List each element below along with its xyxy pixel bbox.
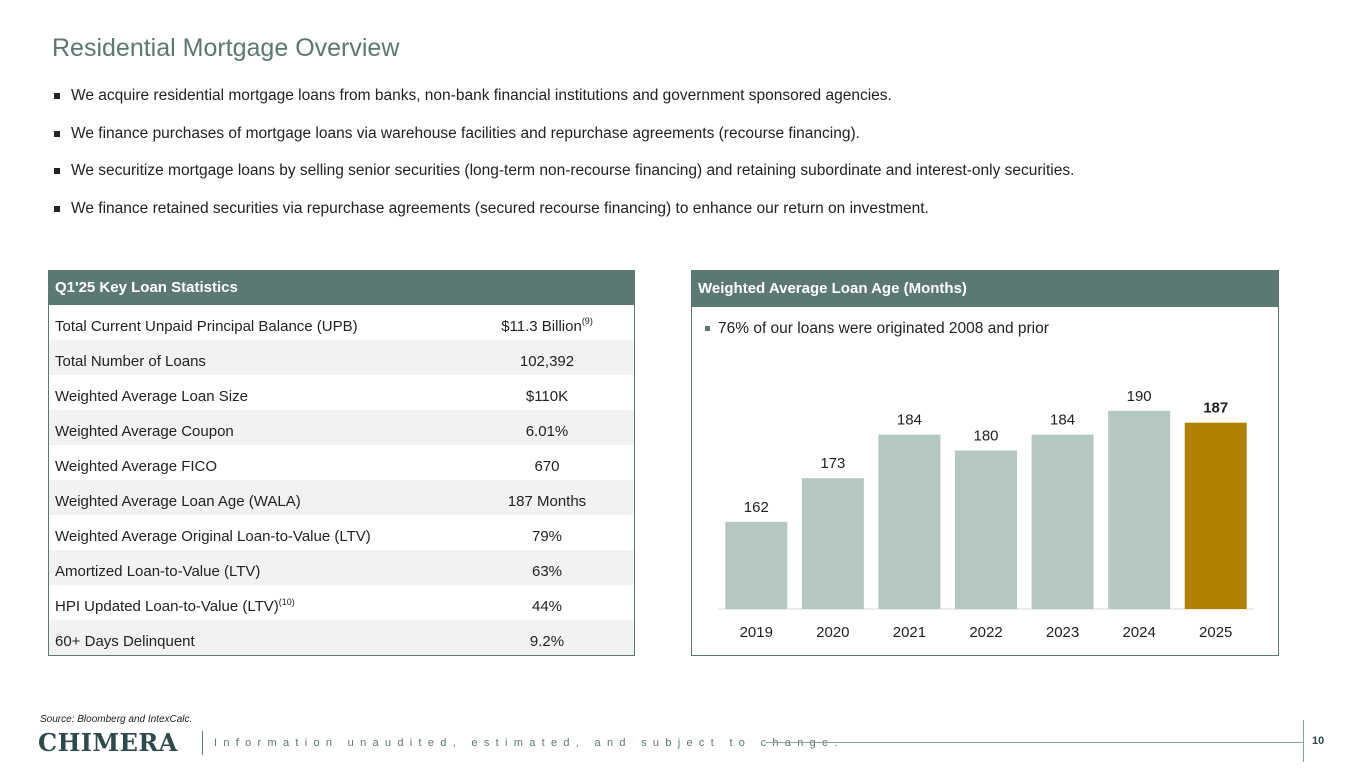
bullet-square-icon <box>54 205 60 212</box>
bar-2022 <box>955 450 1017 609</box>
stats-row-value-text: 79% <box>531 528 563 545</box>
stats-row-label-wrap: Weighted Average Coupon <box>55 410 234 449</box>
stats-row-label: Amortized Loan-to-Value (LTV) <box>55 563 261 580</box>
footer-rule <box>766 742 1303 743</box>
stats-row-label-wrap: Amortized Loan-to-Value (LTV) <box>55 550 260 589</box>
x-tick-label-2024: 2024 <box>1122 624 1155 641</box>
source-note: Source: Bloomberg and IntexCalc. <box>40 714 193 725</box>
page-number: 10 <box>1312 735 1325 747</box>
stats-row-label-footnote: (10) <box>278 597 295 607</box>
stats-row: Weighted Average Loan Age (WALA) 187 Mont… <box>49 480 634 515</box>
bar-2020 <box>801 478 864 609</box>
data-label-2025: 187 <box>1203 400 1228 417</box>
stats-row-value-text: 6.01% <box>525 423 569 440</box>
x-tick-label-2021: 2021 <box>893 624 926 641</box>
stats-rows: Total Current Unpaid Principal Balance (… <box>49 305 634 655</box>
stats-header: Q1'25 Key Loan Statistics <box>49 271 634 305</box>
bar-2023 <box>1031 434 1094 609</box>
stats-row-label: 60+ Days Delinquent <box>55 633 195 650</box>
x-tick-label-2022: 2022 <box>969 624 1002 641</box>
bullet-text: We securitize mortgage loans by selling … <box>71 162 1075 179</box>
x-tick-label-2023: 2023 <box>1046 624 1079 641</box>
stats-row-value-text: $11.3 Billion <box>501 318 582 335</box>
stats-row-label: HPI Updated Loan-to-Value (LTV) <box>55 598 279 615</box>
stats-row-label-wrap: Weighted Average Loan Size <box>55 375 248 414</box>
bullet-text: We acquire residential mortgage loans fr… <box>71 87 892 104</box>
loan-age-bar-chart: 162 2019 173 2020 184 2021 180 2022 184 2023 190 20… <box>718 388 1254 641</box>
stats-row-label-wrap: 60+ Days Delinquent <box>55 620 195 659</box>
overview-bullets: We acquire residential mortgage loans fr… <box>52 86 1332 236</box>
stats-row: HPI Updated Loan-to-Value (LTV)(10) 44% <box>49 585 634 620</box>
stats-row-value: $11.3 Billion(9) <box>429 305 665 344</box>
bar-2024 <box>1108 410 1171 609</box>
loan-age-chart-panel: Weighted Average Loan Age (Months) 76% o… <box>691 270 1279 656</box>
key-loan-statistics-table: Q1'25 Key Loan Statistics Total Current … <box>48 270 635 656</box>
stats-row-value-footnote: (9) <box>581 316 593 326</box>
x-tick-label-2020: 2020 <box>816 624 849 641</box>
stats-row-label-wrap: Weighted Average FICO <box>55 445 217 484</box>
stats-row-label: Weighted Average Original Loan-to-Value … <box>55 528 371 545</box>
footer-separator <box>202 731 203 755</box>
stats-row-value-text: 9.2% <box>529 633 565 650</box>
stats-row-label: Weighted Average Loan Age (WALA) <box>55 493 301 510</box>
stats-row-value: 79% <box>429 515 665 554</box>
stats-row: Weighted Average Original Loan-to-Value … <box>49 515 634 550</box>
stats-row-label: Weighted Average Coupon <box>55 423 234 440</box>
data-label-2023: 184 <box>1050 412 1075 429</box>
stats-row: Weighted Average Coupon 6.01% <box>49 410 634 445</box>
stats-row-label: Weighted Average Loan Size <box>55 388 248 405</box>
stats-row-label-wrap: Total Number of Loans <box>55 340 206 379</box>
stats-row: Weighted Average FICO 670 <box>49 445 634 480</box>
stats-row-value: 6.01% <box>429 410 665 449</box>
stats-row-value-text: $110K <box>525 388 569 405</box>
x-tick-label-2025: 2025 <box>1199 624 1232 641</box>
stats-row-label: Total Number of Loans <box>55 353 206 370</box>
stats-row-value: $110K <box>429 375 665 414</box>
stats-row-value: 9.2% <box>429 620 665 659</box>
stats-row: Total Current Unpaid Principal Balance (… <box>49 305 634 340</box>
footer-vertical-rule <box>1303 720 1304 762</box>
stats-row-label-wrap: Total Current Unpaid Principal Balance (… <box>55 305 358 344</box>
stats-row: Total Number of Loans 102,392 <box>49 340 634 375</box>
bullet-item: We finance retained securities via repur… <box>52 199 1332 237</box>
data-label-2019: 162 <box>744 499 769 516</box>
stats-row-value: 670 <box>429 445 665 484</box>
bar-2021 <box>878 434 941 609</box>
stats-row-label-wrap: Weighted Average Original Loan-to-Value … <box>55 515 371 554</box>
chimera-logo: CHIMERA <box>38 728 178 757</box>
stats-row-value-text: 63% <box>531 563 563 580</box>
stats-row-label: Total Current Unpaid Principal Balance (… <box>55 318 358 335</box>
bar-2025 <box>1184 422 1247 609</box>
stats-row-value-text: 44% <box>531 598 563 615</box>
stats-row-value-text: 102,392 <box>519 353 575 370</box>
bullet-square-icon <box>54 93 60 99</box>
bullet-square-icon <box>54 130 60 137</box>
stats-row-value: 102,392 <box>429 340 665 379</box>
data-label-2020: 173 <box>820 455 845 472</box>
stats-row: Weighted Average Loan Size $110K <box>49 375 634 410</box>
stats-row: Amortized Loan-to-Value (LTV) 63% <box>49 550 634 585</box>
stats-row-label-wrap: Weighted Average Loan Age (WALA) <box>55 480 301 519</box>
page-title: Residential Mortgage Overview <box>52 34 400 62</box>
stats-row-label: Weighted Average FICO <box>55 458 218 475</box>
data-label-2022: 180 <box>973 427 998 444</box>
data-label-2024: 190 <box>1127 388 1152 405</box>
footer-disclaimer: Information unaudited, estimated, and su… <box>214 737 844 749</box>
data-label-2021: 184 <box>897 412 922 429</box>
bullet-text: We finance retained securities via repur… <box>71 199 929 217</box>
stats-row-label-wrap: HPI Updated Loan-to-Value (LTV)(10) <box>55 585 295 624</box>
bullet-item: We acquire residential mortgage loans fr… <box>52 86 1332 124</box>
bullet-text: We finance purchases of mortgage loans v… <box>71 124 860 142</box>
x-tick-label-2019: 2019 <box>740 624 773 641</box>
stats-row-value-text: 187 Months <box>507 493 587 510</box>
stats-row-value: 63% <box>429 550 665 589</box>
stats-row-value-text: 670 <box>534 458 560 475</box>
bullet-item: We finance purchases of mortgage loans v… <box>52 124 1332 162</box>
bullet-square-icon <box>54 168 60 174</box>
bullet-item: We securitize mortgage loans by selling … <box>52 161 1332 199</box>
stats-row: 60+ Days Delinquent 9.2% <box>49 620 634 655</box>
bar-2019 <box>725 521 788 609</box>
stats-row-value: 44% <box>429 585 665 624</box>
stats-row-value: 187 Months <box>429 480 665 519</box>
